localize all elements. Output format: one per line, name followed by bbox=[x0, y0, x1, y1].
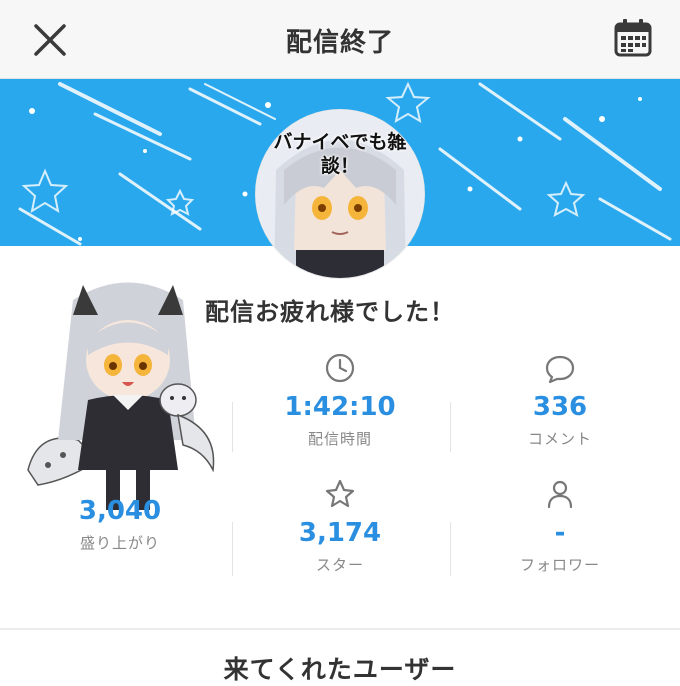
stat-value: 336 bbox=[532, 392, 588, 422]
stat-divider bbox=[232, 402, 233, 452]
section-title: 来てくれたユーザー bbox=[223, 655, 457, 684]
stream-thumbnail: バナイベでも雑談！ bbox=[256, 110, 424, 278]
stat-followers: - フォロワー bbox=[460, 478, 660, 575]
thumbnail-title: バナイベでも雑談！ bbox=[273, 131, 407, 177]
stat-label: コメント bbox=[527, 430, 592, 448]
stat-label: フォロワー bbox=[519, 556, 600, 574]
person-icon bbox=[547, 480, 573, 509]
stat-label: 配信時間 bbox=[307, 430, 372, 448]
page-title: 配信終了 bbox=[285, 28, 394, 58]
stat-value: 1:42:10 bbox=[284, 392, 396, 422]
stat-divider bbox=[232, 522, 233, 576]
stat-excitement: 3,040 盛り上がり bbox=[20, 488, 220, 553]
stat-value: 3,174 bbox=[298, 518, 382, 548]
stat-stars: 3,174 スター bbox=[240, 478, 440, 575]
stat-label: スター bbox=[315, 556, 364, 574]
stat-duration: 1:42:10 配信時間 bbox=[240, 352, 440, 449]
stat-divider bbox=[450, 522, 451, 576]
top-bar: 配信終了 bbox=[0, 0, 680, 79]
clock-icon bbox=[325, 353, 355, 383]
comment-icon bbox=[545, 355, 575, 384]
greeting-text: 配信お疲れ様でした！ bbox=[205, 298, 455, 326]
star-icon bbox=[325, 479, 355, 508]
calendar-icon bbox=[614, 19, 652, 57]
stat-value: - bbox=[554, 518, 566, 548]
stat-comments: 336 コメント bbox=[460, 352, 660, 449]
section-divider bbox=[0, 628, 680, 630]
stat-value: 3,040 bbox=[78, 496, 162, 526]
calendar-button[interactable] bbox=[612, 17, 654, 59]
stat-label: 盛り上がり bbox=[79, 534, 160, 552]
stat-divider bbox=[450, 402, 451, 452]
